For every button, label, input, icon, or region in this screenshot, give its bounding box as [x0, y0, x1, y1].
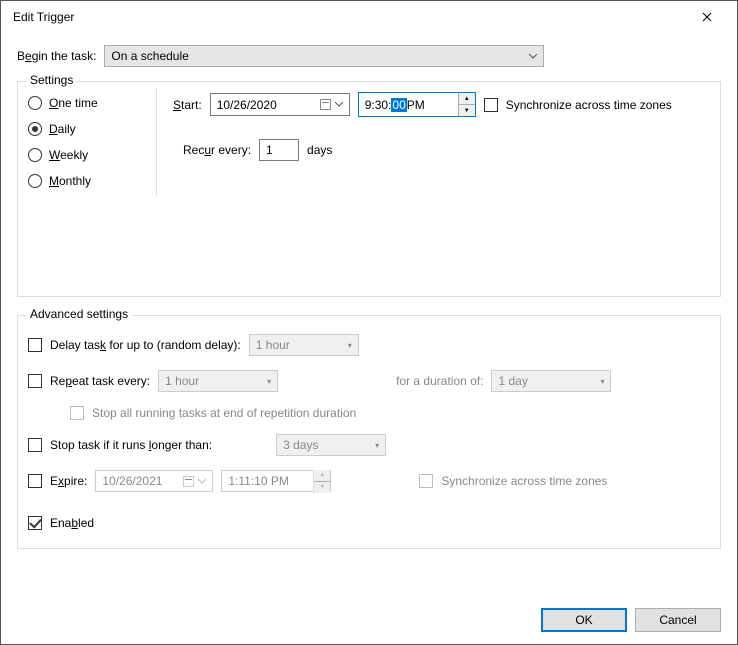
repeat-label: Repeat task every: [50, 374, 150, 388]
time-selection: 00 [391, 98, 406, 112]
calendar-icon [320, 99, 331, 110]
recur-input[interactable] [259, 139, 299, 161]
duration-select[interactable]: 1 day▾ [491, 370, 611, 392]
radio-label: One time [49, 96, 98, 110]
begin-task-select[interactable]: On a schedule [104, 45, 544, 67]
radio-icon [28, 122, 42, 136]
sync2-label: Synchronize across time zones [441, 474, 607, 488]
radio-icon [28, 148, 42, 162]
chevron-down-icon [529, 54, 537, 59]
time-spinner: ▲▼ [313, 470, 330, 493]
sync-timezones-checkbox[interactable] [484, 98, 498, 112]
stopall-label: Stop all running tasks at end of repetit… [92, 406, 356, 420]
time-pre: 9:30: [365, 98, 392, 112]
time-spinner[interactable]: ▲▼ [458, 93, 475, 116]
chevron-down-icon: ▾ [267, 377, 271, 386]
chevron-down-icon: ▾ [348, 341, 352, 350]
start-time-input[interactable]: 9:30:00 PM ▲▼ [358, 92, 476, 117]
recur-label: Recur every: [183, 143, 251, 157]
expire-time-input: 1:11:10 PM ▲▼ [221, 470, 331, 492]
enabled-label: Enabled [50, 516, 94, 530]
ok-button[interactable]: OK [541, 608, 627, 632]
radio-monthly[interactable]: Monthly [28, 174, 156, 188]
chevron-down-icon [335, 102, 343, 107]
advanced-fieldset: Advanced settings Delay task for up to (… [17, 315, 721, 549]
stoptask-checkbox[interactable] [28, 438, 42, 452]
radio-icon [28, 174, 42, 188]
settings-fieldset: Settings One time Daily Weekly Monthly [17, 81, 721, 297]
recur-unit: days [307, 143, 332, 157]
chevron-down-icon: ▾ [375, 441, 379, 450]
repeat-select[interactable]: 1 hour▾ [158, 370, 278, 392]
settings-legend: Settings [26, 73, 77, 87]
delay-checkbox[interactable] [28, 338, 42, 352]
start-date-value: 10/26/2020 [217, 98, 277, 112]
radio-label: Weekly [49, 148, 88, 162]
chevron-down-icon: ▾ [600, 377, 604, 386]
spin-down[interactable]: ▼ [459, 105, 475, 116]
time-post: PM [407, 98, 425, 112]
radio-daily[interactable]: Daily [28, 122, 156, 136]
expire-checkbox[interactable] [28, 474, 42, 488]
enabled-checkbox[interactable] [28, 516, 42, 530]
expire-label: Expire: [50, 474, 87, 488]
titlebar: Edit Trigger [1, 1, 737, 33]
stoptask-select[interactable]: 3 days▾ [276, 434, 386, 456]
repeat-checkbox[interactable] [28, 374, 42, 388]
radio-weekly[interactable]: Weekly [28, 148, 156, 162]
close-icon [702, 12, 712, 22]
start-date-input[interactable]: 10/26/2020 [210, 93, 350, 116]
cancel-button[interactable]: Cancel [635, 608, 721, 632]
chevron-down-icon [198, 479, 206, 484]
stoptask-label: Stop task if it runs longer than: [50, 438, 212, 452]
spin-up[interactable]: ▲ [459, 93, 475, 105]
stopall-checkbox [70, 406, 84, 420]
sync2-checkbox [419, 474, 433, 488]
window-title: Edit Trigger [9, 10, 685, 24]
radio-label: Monthly [49, 174, 91, 188]
begin-task-value: On a schedule [111, 49, 188, 63]
expire-date-input: 10/26/2021 [95, 470, 213, 492]
radio-icon [28, 96, 42, 110]
start-label: Start: [173, 98, 202, 112]
separator [156, 88, 157, 196]
radio-label: Daily [49, 122, 76, 136]
close-button[interactable] [685, 3, 729, 31]
duration-label: for a duration of: [396, 374, 483, 388]
sync-timezones-label: Synchronize across time zones [506, 98, 672, 112]
begin-task-label: BeBegin the task:gin the task: [17, 49, 96, 63]
radio-one-time[interactable]: One time [28, 96, 156, 110]
delay-select[interactable]: 1 hour▾ [249, 334, 359, 356]
advanced-legend: Advanced settings [26, 307, 132, 321]
calendar-icon [183, 476, 194, 487]
delay-label: Delay task for up to (random delay): [50, 338, 241, 352]
